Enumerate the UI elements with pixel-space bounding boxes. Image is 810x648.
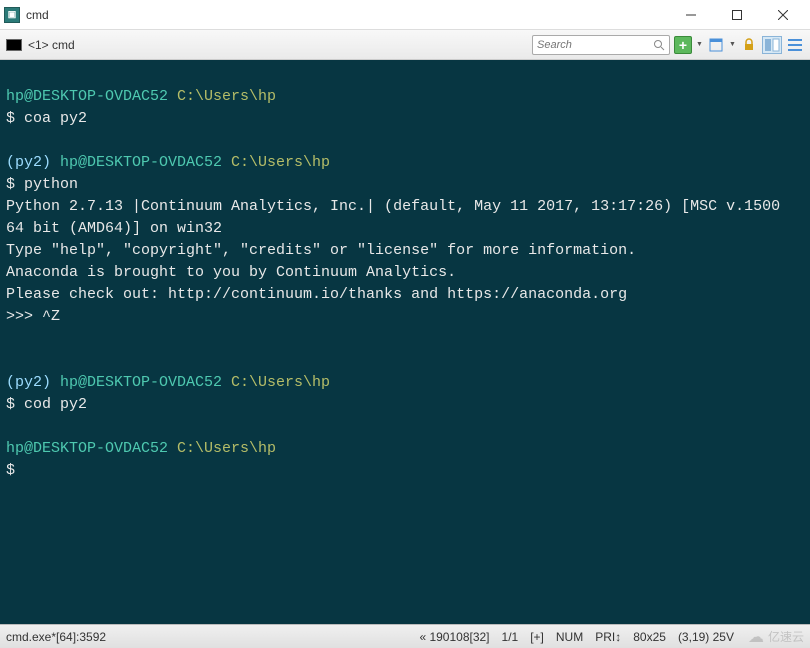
watermark: ☁ 亿速云 xyxy=(748,627,804,647)
terminal-line: Python 2.7.13 |Continuum Analytics, Inc.… xyxy=(6,196,804,240)
status-position: 1/1 xyxy=(502,630,519,644)
terminal-line: >>> ^Z xyxy=(6,306,804,328)
maximize-button[interactable] xyxy=(714,0,760,30)
window-config-button[interactable] xyxy=(707,36,725,54)
search-input[interactable] xyxy=(537,39,653,51)
split-view-button[interactable] xyxy=(762,36,782,54)
terminal-line: Anaconda is brought to you by Continuum … xyxy=(6,262,804,284)
titlebar: ▣ cmd xyxy=(0,0,810,30)
add-dropdown-icon[interactable]: ▼ xyxy=(696,41,703,48)
window-title: cmd xyxy=(26,8,668,22)
terminal-line: Please check out: http://continuum.io/th… xyxy=(6,284,804,306)
terminal-area[interactable]: hp@DESKTOP-OVDAC52 C:\Users\hp$ coa py2 … xyxy=(0,60,810,624)
terminal-line xyxy=(6,130,804,152)
terminal-line: (py2) hp@DESKTOP-OVDAC52 C:\Users\hp xyxy=(6,372,804,394)
status-pri: PRI↕ xyxy=(595,630,621,644)
app-icon: ▣ xyxy=(4,7,20,23)
status-encoding: « 190108[32] xyxy=(419,630,489,644)
status-process: cmd.exe*[64]:3592 xyxy=(6,630,419,644)
terminal-line xyxy=(6,328,804,350)
search-icon[interactable] xyxy=(653,39,665,51)
window-dropdown-icon[interactable]: ▼ xyxy=(729,41,736,48)
cloud-icon: ☁ xyxy=(748,627,764,647)
terminal-line: $ cod py2 xyxy=(6,394,804,416)
tab-label[interactable]: <1> cmd xyxy=(28,38,528,52)
statusbar: cmd.exe*[64]:3592 « 190108[32] 1/1 [+] N… xyxy=(0,624,810,648)
lock-icon[interactable] xyxy=(740,36,758,54)
search-box[interactable] xyxy=(532,35,670,55)
status-cursor: (3,19) 25V xyxy=(678,630,734,644)
terminal-line xyxy=(6,350,804,372)
terminal-line xyxy=(6,416,804,438)
terminal-line: $ xyxy=(6,460,804,482)
toolbar: <1> cmd + ▼ ▼ xyxy=(0,30,810,60)
terminal-line: $ python xyxy=(6,174,804,196)
status-plus: [+] xyxy=(530,630,544,644)
terminal-line: hp@DESKTOP-OVDAC52 C:\Users\hp xyxy=(6,86,804,108)
window-controls xyxy=(668,0,806,30)
tab-icon xyxy=(6,39,22,51)
minimize-button[interactable] xyxy=(668,0,714,30)
menu-button[interactable] xyxy=(786,36,804,54)
close-button[interactable] xyxy=(760,0,806,30)
status-size: 80x25 xyxy=(633,630,666,644)
watermark-text: 亿速云 xyxy=(768,628,804,645)
terminal-line: (py2) hp@DESKTOP-OVDAC52 C:\Users\hp xyxy=(6,152,804,174)
terminal-line: hp@DESKTOP-OVDAC52 C:\Users\hp xyxy=(6,438,804,460)
status-num: NUM xyxy=(556,630,583,644)
terminal-line xyxy=(6,64,804,86)
add-tab-button[interactable]: + xyxy=(674,36,692,54)
terminal-line: Type "help", "copyright", "credits" or "… xyxy=(6,240,804,262)
terminal-line: $ coa py2 xyxy=(6,108,804,130)
